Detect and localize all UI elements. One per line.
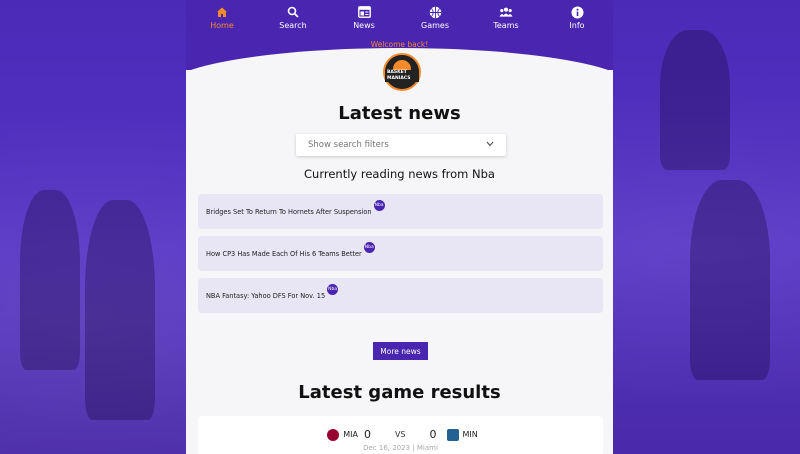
reading-source-text: Currently reading news from Nba bbox=[304, 167, 495, 181]
nav-games[interactable]: Games bbox=[409, 5, 461, 30]
info-icon bbox=[570, 5, 584, 19]
vs-label: VS bbox=[394, 430, 406, 439]
nav-home[interactable]: Home bbox=[196, 5, 248, 30]
basket-maniacs-logo: BASKET MANIACS bbox=[383, 53, 421, 91]
timberwolves-logo-icon bbox=[446, 428, 459, 441]
news-title: Bridges Set To Return To Hornets After S… bbox=[206, 207, 372, 216]
filter-placeholder: Show search filters bbox=[308, 140, 389, 150]
latest-news-title: Latest news bbox=[338, 103, 461, 124]
more-news-button[interactable]: More news bbox=[373, 342, 428, 360]
home-team: MIA bbox=[343, 430, 358, 439]
nav-label: Teams bbox=[493, 21, 519, 30]
search-icon bbox=[286, 5, 300, 19]
nav-label: Home bbox=[210, 21, 234, 30]
latest-game-results-title: Latest game results bbox=[298, 382, 501, 403]
nav-label: News bbox=[353, 21, 375, 30]
news-title: NBA Fantasy: Yahoo DFS For Nov. 15 bbox=[206, 291, 326, 300]
search-filters-dropdown[interactable]: Show search filters bbox=[296, 134, 506, 156]
nav-bar: Home Search News Games Teams Info bbox=[186, 0, 613, 30]
nav-news[interactable]: News bbox=[338, 5, 390, 30]
game-date: Dec 16, 2023 | Miami bbox=[363, 444, 438, 452]
welcome-message: Welcome back! bbox=[370, 40, 429, 49]
nav-label: Info bbox=[569, 21, 585, 30]
nav-label: Games bbox=[421, 21, 449, 30]
heat-logo-icon bbox=[327, 428, 340, 441]
nav-info[interactable]: Info bbox=[551, 5, 603, 30]
away-team: MIN bbox=[462, 430, 478, 439]
news-item[interactable]: How CP3 Has Made Each Of His 6 Teams Bet… bbox=[198, 236, 603, 271]
home-score: 0 bbox=[363, 428, 371, 441]
news-title: How CP3 Has Made Each Of His 6 Teams Bet… bbox=[206, 249, 362, 258]
nav-search[interactable]: Search bbox=[267, 5, 319, 30]
basketball-icon bbox=[428, 5, 442, 19]
news-item[interactable]: NBA Fantasy: Yahoo DFS For Nov. 15 Nba bbox=[198, 278, 603, 313]
nba-badge: Nba bbox=[363, 242, 375, 253]
news-item[interactable]: Bridges Set To Return To Hornets After S… bbox=[198, 194, 603, 229]
teams-icon bbox=[499, 5, 513, 19]
nba-badge: Nba bbox=[373, 200, 385, 211]
nav-label: Search bbox=[279, 21, 307, 30]
home-icon bbox=[215, 5, 229, 19]
nav-teams[interactable]: Teams bbox=[480, 5, 532, 30]
app-panel: Home Search News Games Teams Info Welcom… bbox=[186, 0, 613, 454]
game-result-card[interactable]: MIA 0 VS 0 MIN Dec 16, 2023 | Miami bbox=[198, 416, 603, 454]
away-score: 0 bbox=[429, 428, 437, 441]
news-icon bbox=[357, 5, 371, 19]
nba-badge: Nba bbox=[327, 284, 339, 295]
game-score-row: MIA 0 VS 0 MIN bbox=[198, 428, 603, 441]
chevron-down-icon bbox=[486, 140, 494, 150]
